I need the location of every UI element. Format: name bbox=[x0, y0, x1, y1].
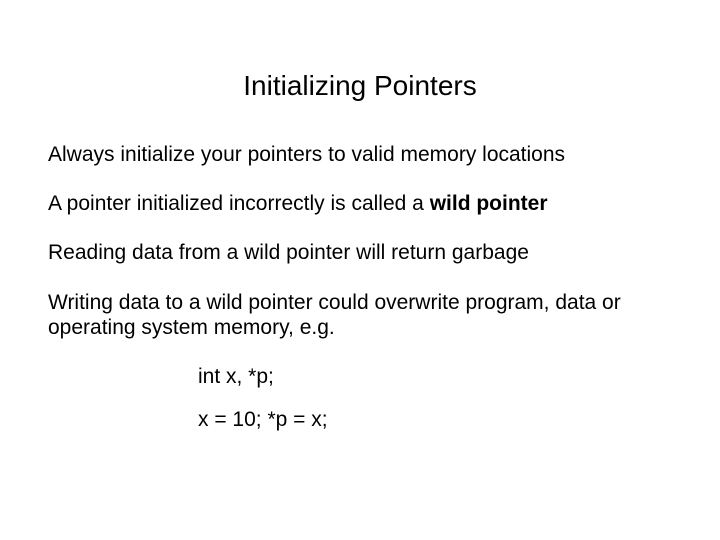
term-wild-pointer: wild pointer bbox=[430, 192, 548, 215]
paragraph-wild-pointer-def: A pointer initialized incorrectly is cal… bbox=[48, 191, 672, 216]
paragraph-writing: Writing data to a wild pointer could ove… bbox=[48, 290, 672, 340]
slide-title: Initializing Pointers bbox=[48, 70, 672, 102]
text-span: A pointer initialized incorrectly is cal… bbox=[48, 192, 430, 215]
paragraph-initialize: Always initialize your pointers to valid… bbox=[48, 142, 672, 167]
code-line-declaration: int x, *p; bbox=[48, 364, 672, 389]
slide: Initializing Pointers Always initialize … bbox=[0, 0, 720, 540]
paragraph-reading: Reading data from a wild pointer will re… bbox=[48, 240, 672, 265]
code-line-assignment: x = 10; *p = x; bbox=[48, 407, 672, 432]
